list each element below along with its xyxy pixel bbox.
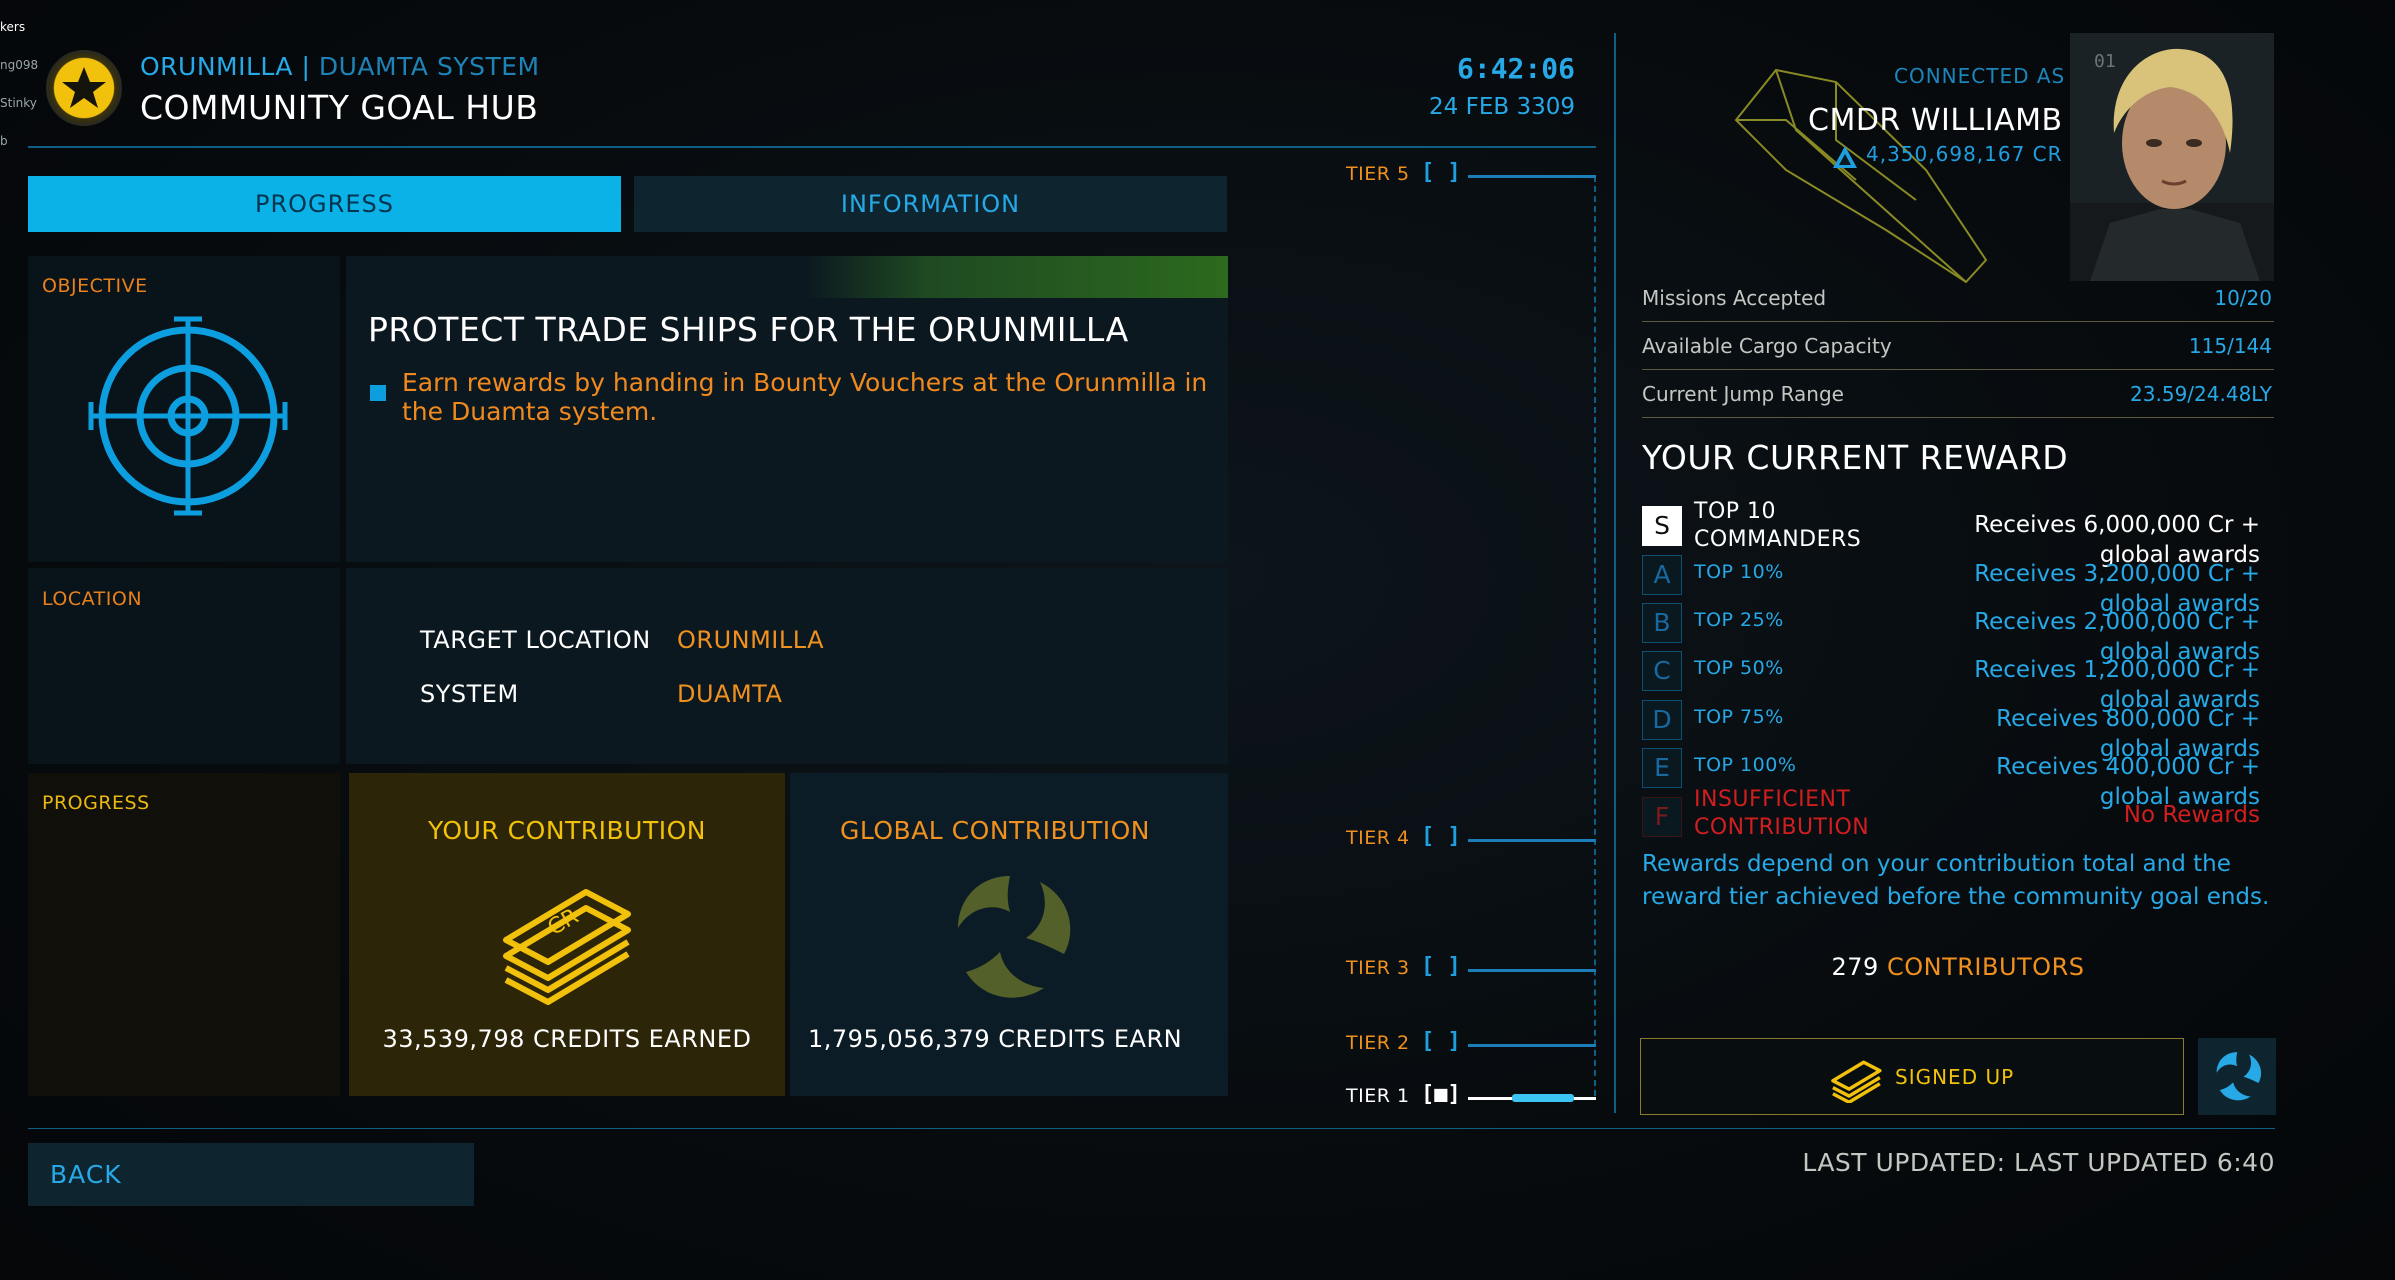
- tier-1-marker: [■]: [1421, 1082, 1461, 1107]
- tier-3-marker: [ ]: [1421, 954, 1461, 979]
- tier-1-label: TIER 1: [1346, 1085, 1410, 1107]
- rank-e-badge: E: [1642, 748, 1682, 788]
- tab-progress[interactable]: PROGRESS: [28, 176, 621, 232]
- target-crosshair-icon: [88, 316, 288, 520]
- last-updated-label: LAST UPDATED: LAST UPDATED 6:40: [1802, 1148, 2275, 1177]
- rank-d-desc: TOP 75%: [1694, 706, 1784, 728]
- stat-missions-accepted: Missions Accepted 10/20: [1642, 274, 2274, 322]
- credits-icon: [1832, 145, 1858, 173]
- tier-4-marker: [ ]: [1421, 824, 1461, 849]
- progress-label: PROGRESS: [42, 792, 150, 814]
- game-date: 24 FEB 3309: [1429, 94, 1575, 120]
- tier-5-marker: [ ]: [1421, 160, 1461, 185]
- rank-b-badge: B: [1642, 603, 1682, 643]
- signed-up-button[interactable]: SIGNED UP: [1640, 1038, 2184, 1115]
- target-location-key: TARGET LOCATION: [420, 626, 651, 654]
- objective-description: Earn rewards by handing in Bounty Vouche…: [402, 368, 1208, 426]
- contributors-label: CONTRIBUTORS: [1886, 953, 2085, 981]
- objective-title: PROTECT TRADE SHIPS FOR THE ORUNMILLA: [368, 310, 1129, 349]
- chat-fragment: kers ng098 Stinky b: [0, 8, 38, 160]
- station-system-line: ORUNMILLA | DUAMTA SYSTEM: [140, 52, 540, 81]
- rank-s-desc: TOP 10 COMMANDERS: [1694, 499, 1862, 552]
- system-key: SYSTEM: [420, 680, 519, 708]
- tier-3-line: [1468, 969, 1596, 972]
- rank-a-desc: TOP 10%: [1694, 561, 1784, 583]
- tier-3-label: TIER 3: [1346, 957, 1410, 979]
- rank-f-reward: No Rewards: [2123, 802, 2260, 828]
- stat-value: 10/20: [2214, 286, 2272, 310]
- rank-d-badge: D: [1642, 700, 1682, 740]
- rank-b-desc: TOP 25%: [1694, 609, 1784, 631]
- commander-name: CMDR WILLIAMB: [1808, 103, 2063, 138]
- tier-4-line: [1468, 839, 1596, 842]
- page-title: COMMUNITY GOAL HUB: [140, 88, 539, 127]
- stat-key: Current Jump Range: [1642, 382, 1844, 406]
- rank-c-desc: TOP 50%: [1694, 657, 1784, 679]
- title-separator: |: [293, 52, 319, 81]
- stat-value: 23.59/24.48LY: [2130, 382, 2272, 406]
- connected-as-label: CONNECTED AS: [1894, 64, 2066, 88]
- current-reward-title: YOUR CURRENT REWARD: [1642, 438, 2069, 477]
- faction-swirl-small-icon: [2216, 1052, 2262, 1101]
- objective-header-strip: [346, 256, 1228, 298]
- tier-5-line: [1468, 175, 1596, 178]
- rank-f-desc: INSUFFICIENT CONTRIBUTION: [1694, 787, 1870, 840]
- rank-c-badge: C: [1642, 651, 1682, 691]
- commander-credits: 4,350,698,167 CR: [1866, 142, 2063, 166]
- faction-button[interactable]: [2198, 1038, 2276, 1115]
- target-location-value: ORUNMILLA: [677, 626, 825, 654]
- global-credits-earned: 1,795,056,379 CREDITS EARNED: [808, 1025, 1184, 1053]
- rank-e-desc: TOP 100%: [1694, 754, 1797, 776]
- ship-silhouette-icon: [1716, 60, 2006, 294]
- tier-5-label: TIER 5: [1346, 163, 1410, 185]
- tier-track: [1594, 176, 1596, 1096]
- objective-label: OBJECTIVE: [42, 275, 148, 297]
- your-contribution-title: YOUR CONTRIBUTION: [427, 816, 707, 845]
- tier-2-label: TIER 2: [1346, 1032, 1410, 1054]
- chat-line: b: [0, 134, 8, 148]
- contributors-number: 279: [1831, 953, 1879, 981]
- rank-s-badge: S: [1642, 506, 1682, 546]
- location-label: LOCATION: [42, 588, 143, 610]
- tier-1-progress-fill: [1512, 1094, 1574, 1102]
- signed-up-label: SIGNED UP: [1895, 1065, 2015, 1089]
- chat-line: Stinky: [0, 96, 37, 110]
- stat-value: 115/144: [2188, 334, 2272, 358]
- header-divider: [28, 146, 1596, 148]
- stat-key: Available Cargo Capacity: [1642, 334, 1892, 358]
- svg-text:01: 01: [2094, 51, 2116, 72]
- rank-f-badge: F: [1642, 797, 1682, 837]
- global-contribution-title: GLOBAL CONTRIBUTION: [839, 816, 1151, 845]
- chat-line: ng098: [0, 58, 39, 72]
- footer-divider: [28, 1128, 2275, 1129]
- stat-cargo-capacity: Available Cargo Capacity 115/144: [1642, 322, 2274, 370]
- credits-stack-small-icon: [1829, 1053, 1883, 1107]
- your-credits-earned: 33,539,798 CREDITS EARNED: [382, 1025, 752, 1053]
- system-name: DUAMTA SYSTEM: [318, 52, 540, 81]
- tier-4-label: TIER 4: [1346, 827, 1410, 849]
- station-name: ORUNMILLA: [140, 52, 294, 81]
- chat-line: kers: [0, 20, 26, 34]
- faction-swirl-icon: [940, 868, 1080, 1012]
- commander-portrait: 01: [2070, 33, 2274, 281]
- system-value: DUAMTA: [677, 680, 783, 708]
- location-panel: [346, 568, 1228, 764]
- panel-divider: [1614, 33, 1616, 1113]
- stat-jump-range: Current Jump Range 23.59/24.48LY: [1642, 370, 2274, 418]
- tab-information[interactable]: INFORMATION: [634, 176, 1227, 232]
- tier-2-line: [1468, 1044, 1596, 1047]
- credits-stack-icon: CR: [496, 868, 636, 1012]
- rank-a-badge: A: [1642, 555, 1682, 595]
- contributors-count: 279 CONTRIBUTORS: [1642, 953, 2274, 981]
- station-faction-icon: [46, 50, 122, 126]
- stat-key: Missions Accepted: [1642, 286, 1827, 310]
- tier-2-marker: [ ]: [1421, 1029, 1461, 1054]
- reward-note: Rewards depend on your contribution tota…: [1642, 851, 2270, 910]
- game-clock: 6:42:06: [1456, 52, 1575, 85]
- progress-label-panel: [28, 773, 340, 1096]
- objective-bullet-icon: [370, 385, 386, 401]
- back-button[interactable]: BACK: [28, 1143, 474, 1206]
